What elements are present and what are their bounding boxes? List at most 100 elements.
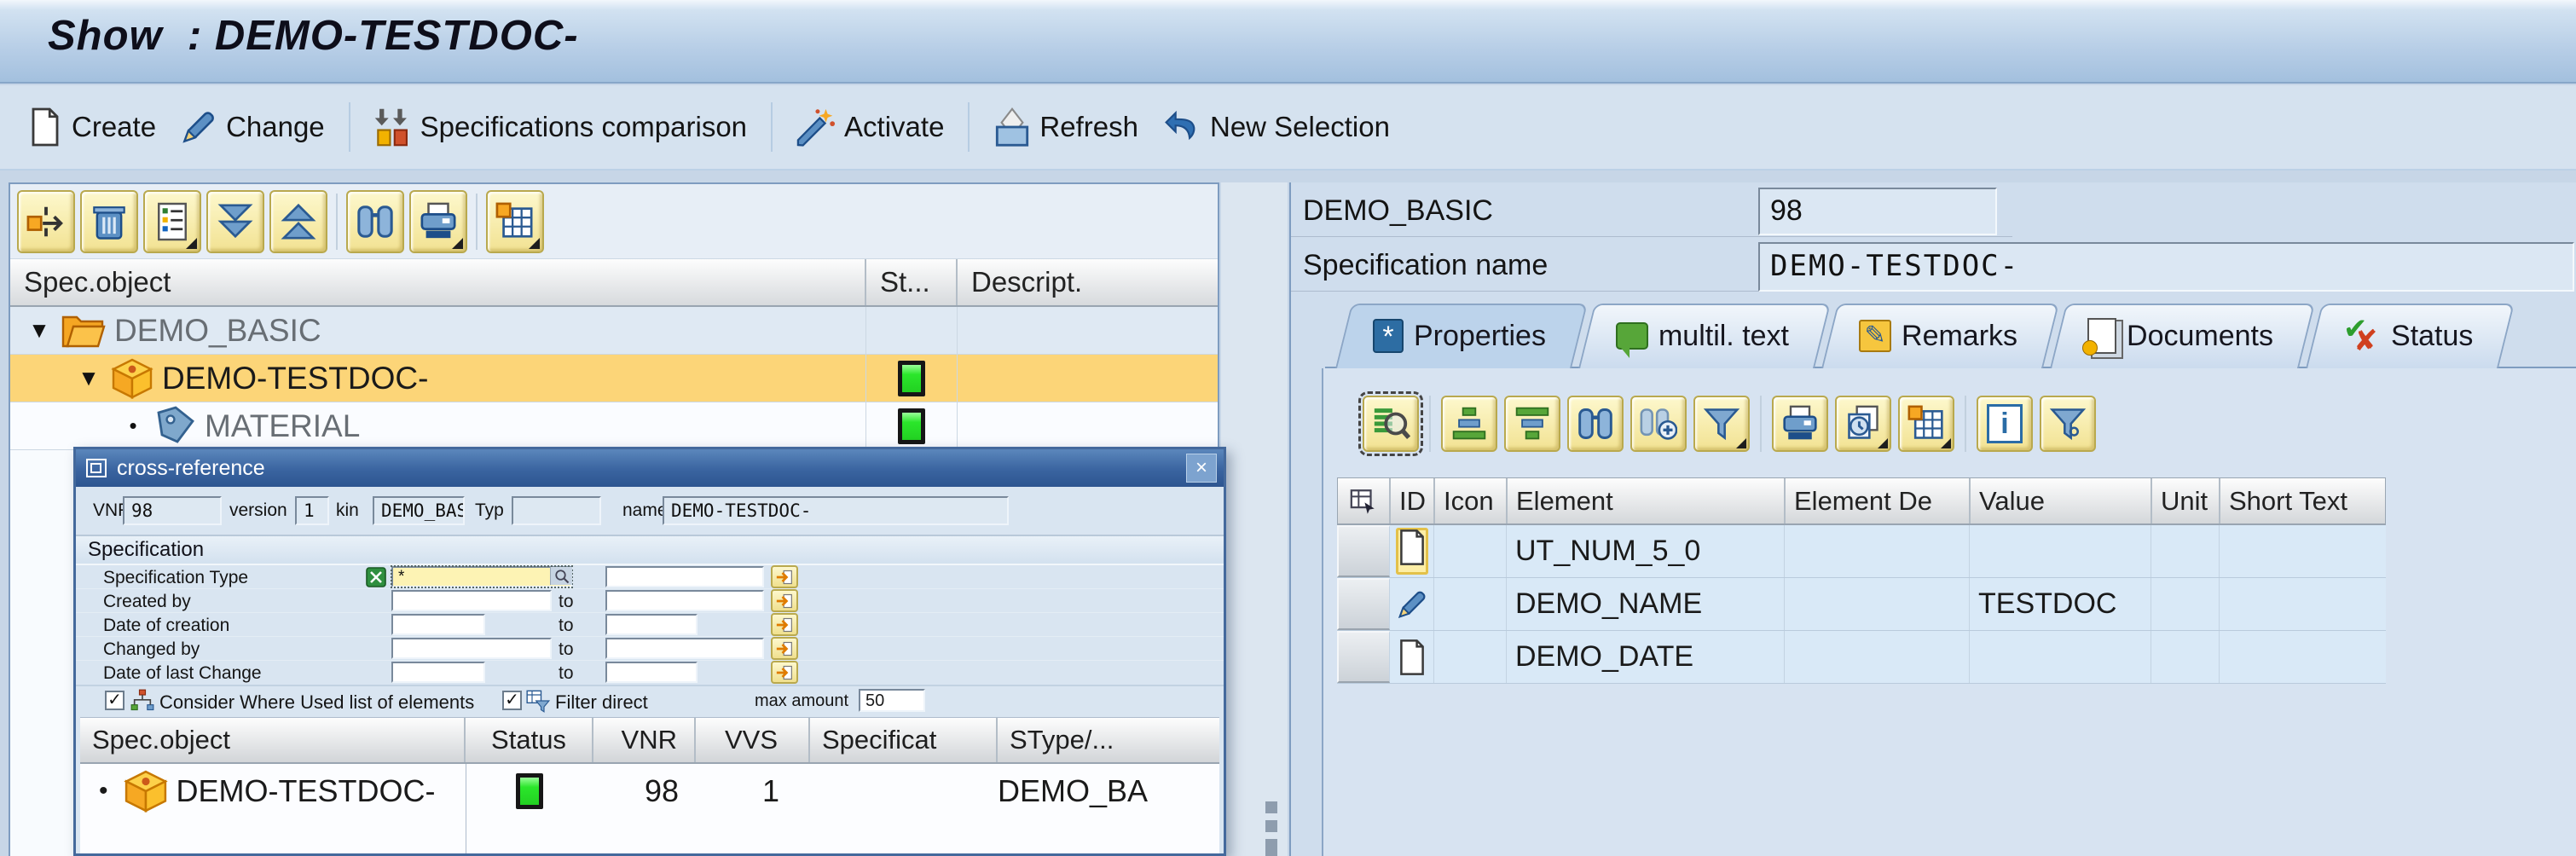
tab-multil-text[interactable]: multil. text [1578,304,1815,368]
row-selector-header[interactable] [1338,478,1391,523]
bullet-icon: • [99,777,108,806]
consider-where-used-checkbox[interactable]: ✓ [105,691,124,710]
find-next-button[interactable] [1630,396,1687,452]
tab-documents[interactable]: Documents [2050,304,2299,368]
display-options-button[interactable] [143,190,201,253]
selection-option-icon[interactable] [366,567,386,587]
value-help-button[interactable] [550,567,572,585]
tree-row-demo-testdoc[interactable]: ▼ DEMO-TESTDOC- [10,355,1218,402]
multiple-selection-button[interactable] [771,589,798,612]
changed-by-from-input[interactable] [391,638,552,659]
expander-icon[interactable]: ▼ [72,365,106,391]
column-header-vvs[interactable]: VVS [696,718,810,762]
choose-filter-button[interactable] [2040,396,2096,452]
column-header-specificat[interactable]: Specificat [810,718,998,762]
column-header-description[interactable]: Descript. [958,259,1218,305]
tab-status[interactable]: ✔ ✘ Status [2306,304,2498,368]
column-layout-button[interactable] [486,190,544,253]
column-header-stype[interactable]: SType/... [998,718,1219,762]
tree-row-material[interactable]: • MATERIAL [10,402,1218,450]
collapse-all-button[interactable] [206,190,264,253]
spec-type-to-input[interactable] [605,566,764,587]
column-header-icon[interactable]: Icon [1435,478,1508,523]
focus-subtree-button[interactable] [17,190,75,253]
creation-date-from-input[interactable] [391,614,485,635]
version-value[interactable]: 1 [295,496,329,525]
name-value[interactable]: DEMO-TESTDOC- [663,496,1009,525]
result-row-demo-testdoc[interactable]: • DEMO-TESTDOC- 98 1 DEMO_BA [80,764,1219,818]
created-by-from-input[interactable] [391,590,552,611]
views-button[interactable] [1835,396,1891,452]
tab-properties[interactable]: * Properties [1335,304,1572,368]
column-header-spec-object[interactable]: Spec.object [10,259,866,305]
column-header-status[interactable]: Status [466,718,593,762]
specification-name-value[interactable]: DEMO-TESTDOC- [1758,242,2574,292]
element-value[interactable]: TESTDOC [1970,578,2151,630]
dialog-close-button[interactable]: × [1186,454,1217,483]
last-change-to-input[interactable] [605,662,698,683]
creation-date-to-input[interactable] [605,614,698,635]
element-value[interactable] [1970,525,2151,577]
form-row-date-of-last-change: Date of last Change to [76,661,1224,685]
list-details-icon [154,202,190,241]
key-field-label: DEMO_BASIC [1303,194,1493,228]
column-header-element-desc[interactable]: Element De [1786,478,1971,523]
tree-row-demo-basic[interactable]: ▼ DEMO_BASIC [10,307,1218,355]
changed-by-to-input[interactable] [605,638,764,659]
dialog-titlebar[interactable]: cross-reference × [76,449,1224,487]
element-row-ut-num-5-0[interactable]: UT_NUM_5_0 [1337,525,2386,578]
kin-value[interactable]: DEMO_BASIC [373,496,465,525]
multi-select-arrow-icon [775,616,794,633]
element-value[interactable] [1970,631,2151,683]
row-selector[interactable] [1337,578,1390,630]
new-selection-button[interactable]: New Selection [1162,108,1390,146]
column-header-value[interactable]: Value [1971,478,2152,523]
element-row-demo-date[interactable]: DEMO_DATE [1337,631,2386,684]
last-change-from-input[interactable] [391,662,485,683]
find-button[interactable] [346,190,404,253]
panel-splitter[interactable] [1221,182,1288,856]
info-button[interactable]: i [1977,396,2033,452]
create-button[interactable]: Create [27,107,156,147]
vnr-value[interactable]: 98 [123,496,222,525]
row-selector[interactable] [1337,631,1390,683]
info-icon: i [1987,404,2023,443]
column-header-status[interactable]: St... [866,259,958,305]
element-row-demo-name[interactable]: DEMO_NAME TESTDOC [1337,578,2386,631]
column-header-element[interactable]: Element [1508,478,1786,523]
max-amount-input[interactable]: 50 [859,689,925,712]
delete-button[interactable] [80,190,138,253]
filter-direct-checkbox[interactable]: ✓ [502,691,522,710]
sort-descending-button[interactable] [1504,396,1560,452]
typ-value[interactable] [512,496,601,525]
spec-type-from-input[interactable]: * [391,566,572,587]
expand-all-button[interactable] [269,190,327,253]
column-header-vnr[interactable]: VNR [593,718,696,762]
column-layout-button[interactable] [1898,396,1954,452]
multiple-selection-button[interactable] [771,637,798,660]
multi-select-arrow-icon [775,640,794,657]
set-filter-button[interactable] [1693,396,1750,452]
column-header-spec-object[interactable]: Spec.object [80,718,466,762]
column-header-unit[interactable]: Unit [2152,478,2220,523]
expander-icon[interactable]: ▼ [22,317,56,344]
sort-ascending-button[interactable] [1441,396,1497,452]
column-header-id[interactable]: ID [1391,478,1435,523]
row-selector[interactable] [1337,525,1390,577]
print-button[interactable] [1772,396,1828,452]
specifications-comparison-button[interactable]: Specifications comparison [374,107,747,147]
document-icon [1398,529,1427,565]
key-field-value[interactable]: 98 [1758,188,1997,235]
created-by-to-input[interactable] [605,590,764,611]
change-button[interactable]: Change [180,108,325,146]
find-button[interactable] [1567,396,1624,452]
multiple-selection-button[interactable] [771,661,798,684]
refresh-button[interactable]: Refresh [993,107,1138,147]
print-button[interactable] [409,190,467,253]
multiple-selection-button[interactable] [771,565,798,588]
activate-button[interactable]: Activate [796,107,944,147]
details-button[interactable] [1363,396,1419,452]
column-header-short-text[interactable]: Short Text [2220,478,2385,523]
tab-remarks[interactable]: ✎ Remarks [1821,304,2043,368]
multiple-selection-button[interactable] [771,613,798,636]
